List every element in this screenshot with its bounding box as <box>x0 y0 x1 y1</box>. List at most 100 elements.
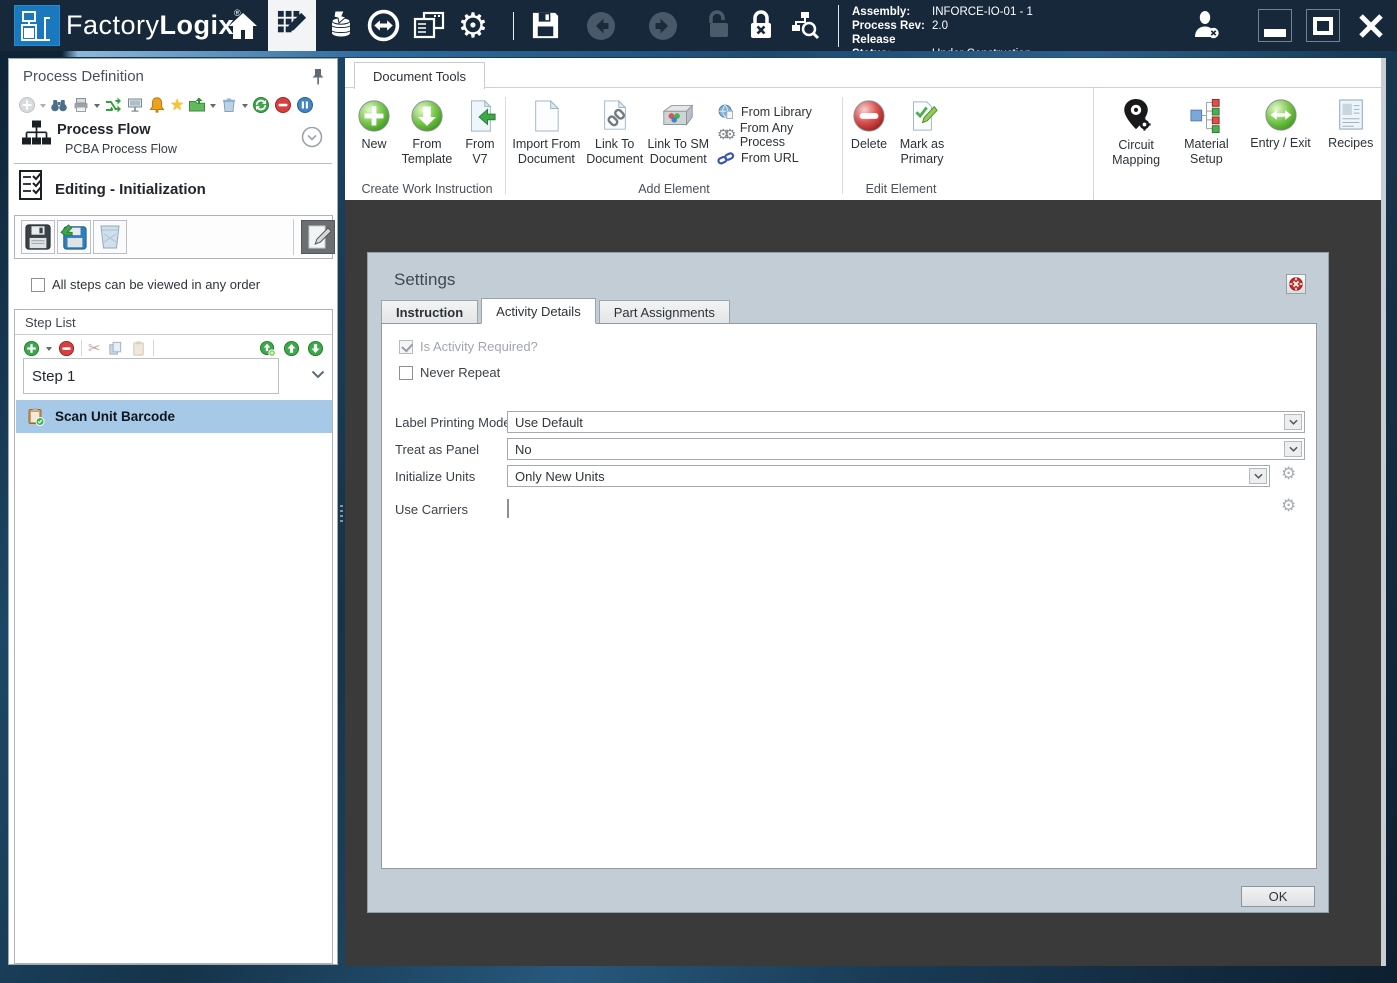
divider <box>15 334 332 335</box>
never-repeat-checkbox[interactable] <box>399 365 413 380</box>
process-definition-panel: Process Definition ★ Process Flow PCBA P… <box>8 58 338 965</box>
close-icon <box>1359 13 1383 38</box>
export-folder-icon <box>189 97 206 112</box>
remove-button[interactable] <box>274 96 292 114</box>
dialog-title: Settings <box>394 270 456 289</box>
add-step-caret[interactable] <box>46 346 52 354</box>
tab-instruction[interactable]: Instruction <box>381 300 479 324</box>
minimize-button[interactable] <box>1258 9 1292 42</box>
process-definition-button[interactable] <box>268 0 316 51</box>
cut-icon[interactable]: ✂ <box>88 340 101 356</box>
move-up-button[interactable] <box>283 340 300 357</box>
from-library-button[interactable]: From Library <box>717 103 835 120</box>
lock-button[interactable] <box>740 0 782 51</box>
circuit-mapping-button[interactable]: Circuit Mapping <box>1106 96 1166 200</box>
from-any-process-button[interactable]: ⚙⚙ From Any Process <box>717 121 835 149</box>
settings-button[interactable]: ⚙ <box>452 0 494 51</box>
home-button[interactable] <box>222 0 264 51</box>
edit-document-button[interactable] <box>301 220 335 254</box>
add-icon <box>19 97 35 113</box>
back-button[interactable] <box>580 0 622 51</box>
document-link-icon <box>603 99 627 130</box>
forward-button[interactable] <box>642 0 684 51</box>
material-setup-button[interactable]: Material Setup <box>1176 96 1236 200</box>
paste-button[interactable] <box>130 340 147 357</box>
production-button[interactable] <box>320 0 362 51</box>
suspend-button[interactable] <box>296 96 314 114</box>
process-flow-subtitle[interactable]: PCBA Process Flow <box>65 142 177 156</box>
use-carriers-gear-button[interactable]: ⚙ <box>1281 498 1296 515</box>
treat-as-panel-combo[interactable]: No <box>507 438 1305 460</box>
any-order-checkbox[interactable] <box>31 277 45 292</box>
activity-details-panel: Is Activity Required? Never Repeat Label… <box>381 323 1317 869</box>
delete-button[interactable] <box>220 96 238 114</box>
binoculars-icon <box>51 100 67 112</box>
save-button[interactable] <box>524 0 566 51</box>
sync-button[interactable] <box>104 96 122 114</box>
discard-button[interactable] <box>93 220 127 254</box>
collapse-button[interactable] <box>301 126 323 148</box>
is-activity-required-checkbox <box>399 339 413 354</box>
export-dropdown-caret[interactable] <box>210 103 217 111</box>
process-rev-value: 2.0 <box>932 20 948 32</box>
link-to-document-button[interactable]: Link To Document <box>584 97 646 167</box>
refresh-button[interactable] <box>252 96 270 114</box>
pin-button[interactable] <box>309 67 327 87</box>
maximize-button[interactable] <box>1306 9 1340 42</box>
label-printing-mode-combo[interactable]: Use Default <box>507 411 1305 433</box>
combo-chevron-icon[interactable] <box>1249 468 1267 484</box>
export-button[interactable] <box>188 96 206 114</box>
renumber-steps-button[interactable] <box>259 340 276 357</box>
from-template-button[interactable]: From Template <box>396 97 458 167</box>
remove-step-button[interactable] <box>58 340 75 357</box>
move-down-button[interactable] <box>307 340 324 357</box>
find-button[interactable] <box>50 96 68 114</box>
add-dropdown-caret[interactable] <box>40 103 46 111</box>
entry-exit-button[interactable]: Entry / Exit <box>1247 96 1315 200</box>
dialog-close-button[interactable] <box>1286 274 1306 294</box>
close-button[interactable] <box>1352 9 1390 42</box>
activity-item-selected[interactable]: Scan Unit Barcode <box>16 400 332 433</box>
gear-icon: ⚙ <box>457 5 489 46</box>
delete-dropdown-caret[interactable] <box>242 103 249 111</box>
new-button[interactable]: New <box>352 97 396 152</box>
from-url-button[interactable]: From URL <box>717 149 835 166</box>
from-v7-button[interactable]: From V7 <box>458 97 502 167</box>
print-button[interactable] <box>72 96 90 114</box>
delete-element-button[interactable]: Delete <box>846 97 892 152</box>
unlock-icon <box>709 9 728 37</box>
unlock-button[interactable] <box>698 0 740 51</box>
add-step-button[interactable] <box>23 340 40 357</box>
recipes-button[interactable]: Recipes <box>1325 96 1377 200</box>
initialize-units-gear-button[interactable]: ⚙ <box>1281 466 1296 483</box>
step-selector[interactable]: Step 1 <box>23 358 279 394</box>
alert-button[interactable] <box>148 96 166 114</box>
save-step-button[interactable] <box>21 220 55 254</box>
combo-chevron-icon[interactable] <box>1284 441 1302 457</box>
ok-button[interactable]: OK <box>1241 886 1315 907</box>
activity-item-label: Scan Unit Barcode <box>55 409 176 424</box>
tab-activity-details[interactable]: Activity Details <box>481 298 596 324</box>
use-carriers-checkbox[interactable] <box>507 499 509 518</box>
tab-document-tools[interactable]: Document Tools <box>354 62 485 89</box>
print-dropdown-caret[interactable] <box>94 103 100 111</box>
link-to-sm-document-button[interactable]: Link To SM Document <box>646 97 711 167</box>
save-as-button[interactable] <box>57 220 91 254</box>
logout-user-button[interactable] <box>1186 0 1228 51</box>
mark-as-primary-button[interactable]: Mark as Primary <box>892 97 952 167</box>
add-button[interactable] <box>18 96 36 114</box>
import-from-document-button[interactable]: Import From Document <box>509 97 584 167</box>
step-selector-chevron[interactable] <box>311 370 325 379</box>
panel-splitter[interactable] <box>338 58 345 965</box>
tab-part-assignments[interactable]: Part Assignments <box>598 300 730 324</box>
new-sphere-icon <box>358 100 390 132</box>
presentation-button[interactable] <box>126 96 144 114</box>
transfer-button[interactable] <box>362 0 404 51</box>
process-trace-button[interactable] <box>784 0 826 51</box>
initialize-units-combo[interactable]: Only New Units <box>507 465 1270 487</box>
combo-chevron-icon[interactable] <box>1284 414 1302 430</box>
highlight-star-icon[interactable]: ★ <box>170 97 184 113</box>
copy-button[interactable] <box>107 340 124 357</box>
documents-button[interactable] <box>408 0 450 51</box>
remove-circle-icon <box>58 340 75 356</box>
